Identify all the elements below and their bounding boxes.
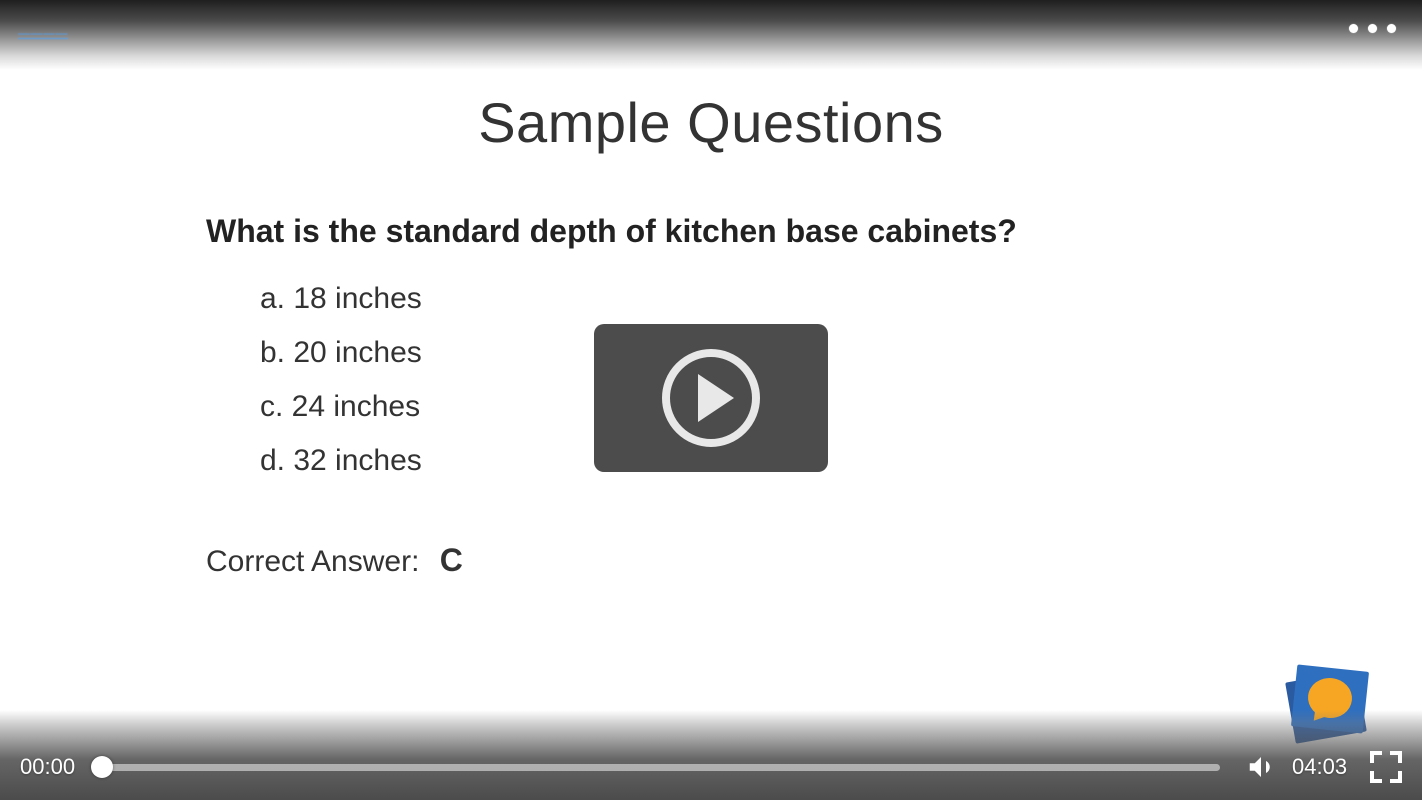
corner-icon — [1370, 751, 1382, 763]
source-link[interactable]: ———— — [18, 26, 68, 40]
more-options-button[interactable] — [1349, 24, 1396, 33]
correct-answer-line: Correct Answer: C — [206, 542, 1106, 579]
option-a: a. 18 inches — [260, 272, 1106, 326]
play-button[interactable] — [594, 324, 828, 472]
question-text: What is the standard depth of kitchen ba… — [206, 213, 1106, 250]
progress-track — [102, 764, 1220, 771]
volume-button[interactable] — [1246, 752, 1276, 782]
player-controls: 00:00 04:03 — [0, 738, 1422, 800]
current-time: 00:00 — [20, 754, 84, 780]
volume-icon — [1246, 752, 1276, 782]
play-triangle-icon — [698, 374, 734, 422]
dot-icon — [1368, 24, 1377, 33]
dot-icon — [1387, 24, 1396, 33]
dot-icon — [1349, 24, 1358, 33]
top-shadow — [0, 0, 1422, 70]
progress-bar[interactable] — [102, 747, 1220, 787]
corner-icon — [1390, 771, 1402, 783]
fullscreen-exit-button[interactable] — [1370, 751, 1402, 783]
correct-answer-value: C — [440, 542, 463, 578]
duration: 04:03 — [1292, 754, 1356, 780]
slide-content: Sample Questions What is the standard de… — [0, 0, 1422, 579]
corner-icon — [1370, 771, 1382, 783]
correct-answer-label: Correct Answer: — [206, 545, 419, 578]
corner-icon — [1390, 751, 1402, 763]
video-player-frame: ———— Sample Questions What is the standa… — [0, 0, 1422, 800]
slide-title: Sample Questions — [0, 90, 1422, 155]
progress-handle[interactable] — [91, 756, 113, 778]
play-icon — [662, 349, 760, 447]
